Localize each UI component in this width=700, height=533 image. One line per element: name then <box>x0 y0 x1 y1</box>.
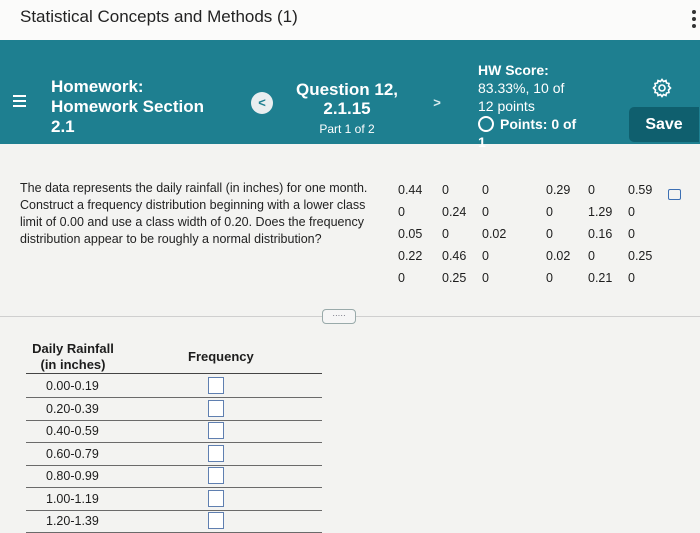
data-cell: 0 <box>442 183 449 197</box>
data-cell: 0.16 <box>588 227 613 241</box>
copy-data-icon[interactable] <box>668 189 681 200</box>
frequency-answer-input[interactable] <box>208 377 224 394</box>
frequency-answer-input[interactable] <box>208 467 224 484</box>
class-range-label: 1.20-1.39 <box>46 514 99 528</box>
data-cell: 0.02 <box>546 249 571 263</box>
frequency-table-row: 1.20-1.39 <box>26 510 322 533</box>
data-cell: 0 <box>398 205 405 219</box>
class-range-label: 0.20-0.39 <box>46 401 99 416</box>
frequency-answer-input[interactable] <box>208 422 224 439</box>
frequency-answer-input[interactable] <box>208 444 224 462</box>
homework-number: 2.1 <box>51 117 75 136</box>
data-cell: 0.21 <box>588 271 613 285</box>
radio-circle-icon <box>478 116 494 132</box>
rainfall-column-header: Daily Rainfall (in inches) <box>28 341 118 373</box>
data-cell: 0.25 <box>442 271 467 285</box>
data-cell: 0 <box>546 227 553 241</box>
frequency-table-row: 0.40-0.59 <box>26 420 322 443</box>
data-cell: 0.29 <box>546 183 571 197</box>
frequency-column-header: Frequency <box>188 349 254 364</box>
frequency-table-row: 0.60-0.79 <box>26 443 322 466</box>
frequency-table-row: 0.80-0.99 <box>26 465 322 488</box>
data-cell: 0.44 <box>398 183 423 197</box>
frequency-answer-input[interactable] <box>208 489 224 507</box>
data-cell: 0 <box>628 271 635 285</box>
hamburger-menu-icon[interactable] <box>13 95 26 110</box>
data-cell: 0 <box>588 249 595 263</box>
data-cell: 0 <box>628 227 635 241</box>
question-title: Question 12, <box>295 80 399 99</box>
data-cell: 0 <box>482 183 489 197</box>
data-cell: 0.22 <box>398 249 423 263</box>
class-range-label: 0.60-0.79 <box>46 446 99 461</box>
data-cell: 0.05 <box>398 227 423 241</box>
data-cell: 0.02 <box>482 227 507 241</box>
homework-section: Homework Section <box>51 97 205 116</box>
next-question-button[interactable]: > <box>426 92 448 114</box>
settings-gear-icon[interactable] <box>652 78 672 98</box>
data-cell: 0 <box>588 183 595 197</box>
class-range-label: 0.80-0.99 <box>46 469 99 483</box>
question-part: Part 1 of 2 <box>319 122 375 136</box>
frequency-table-row: 1.00-1.19 <box>26 488 322 511</box>
data-cell: 0 <box>442 227 449 241</box>
class-range-label: 1.00-1.19 <box>46 491 99 506</box>
data-cell: 0 <box>628 205 635 219</box>
data-cell: 0.59 <box>628 183 653 197</box>
data-cell: 0 <box>482 205 489 219</box>
hw-score-value: 83.33%, 10 of <box>478 80 565 96</box>
frequency-table-row: 0.00-0.19 <box>26 375 322 398</box>
question-points: Points: 0 of <box>478 115 598 133</box>
frequency-answer-input[interactable] <box>208 399 224 417</box>
app-title: Statistical Concepts and Methods (1) <box>20 7 298 26</box>
homework-title: Homework: Homework Section 2.1 <box>51 77 204 137</box>
question-number: 2.1.15 <box>323 99 371 118</box>
data-cell: 0 <box>546 271 553 285</box>
frequency-table-row: 0.20-0.39 <box>26 398 322 421</box>
rainfall-header-line2: (in inches) <box>40 357 106 372</box>
data-cell: 0 <box>398 271 405 285</box>
data-cell: 0.24 <box>442 205 467 219</box>
data-cell: 0 <box>546 205 553 219</box>
hw-score-label: HW Score: <box>478 62 549 78</box>
previous-question-button[interactable]: < <box>251 92 273 114</box>
frequency-answer-input[interactable] <box>208 512 224 529</box>
question-points-total: 1 <box>478 134 486 150</box>
data-cell: 0.46 <box>442 249 467 263</box>
rainfall-header-line1: Daily Rainfall <box>32 341 114 356</box>
data-cell: 0 <box>482 271 489 285</box>
hw-score-points: 12 points <box>478 98 535 114</box>
data-cell: 0 <box>482 249 489 263</box>
homework-header-bar: Homework: Homework Section 2.1 < Questio… <box>0 40 700 150</box>
data-cell: 1.29 <box>588 205 613 219</box>
hw-score: HW Score: 83.33%, 10 of 12 points Points… <box>478 61 598 151</box>
more-options-icon[interactable] <box>692 10 697 31</box>
save-button[interactable]: Save <box>629 107 699 142</box>
title-bar: Statistical Concepts and Methods (1) <box>0 0 700 41</box>
question-points-label: Points: 0 of <box>500 116 577 132</box>
header-divider <box>26 373 322 374</box>
data-cell: 0.25 <box>628 249 653 263</box>
class-range-label: 0.00-0.19 <box>46 379 99 393</box>
class-range-label: 0.40-0.59 <box>46 424 99 438</box>
question-text: The data represents the daily rainfall (… <box>20 181 368 246</box>
expand-more-button[interactable]: ····· <box>322 309 356 324</box>
question-info: Question 12, 2.1.15 Part 1 of 2 <box>292 80 402 136</box>
homework-label: Homework: <box>51 77 144 96</box>
